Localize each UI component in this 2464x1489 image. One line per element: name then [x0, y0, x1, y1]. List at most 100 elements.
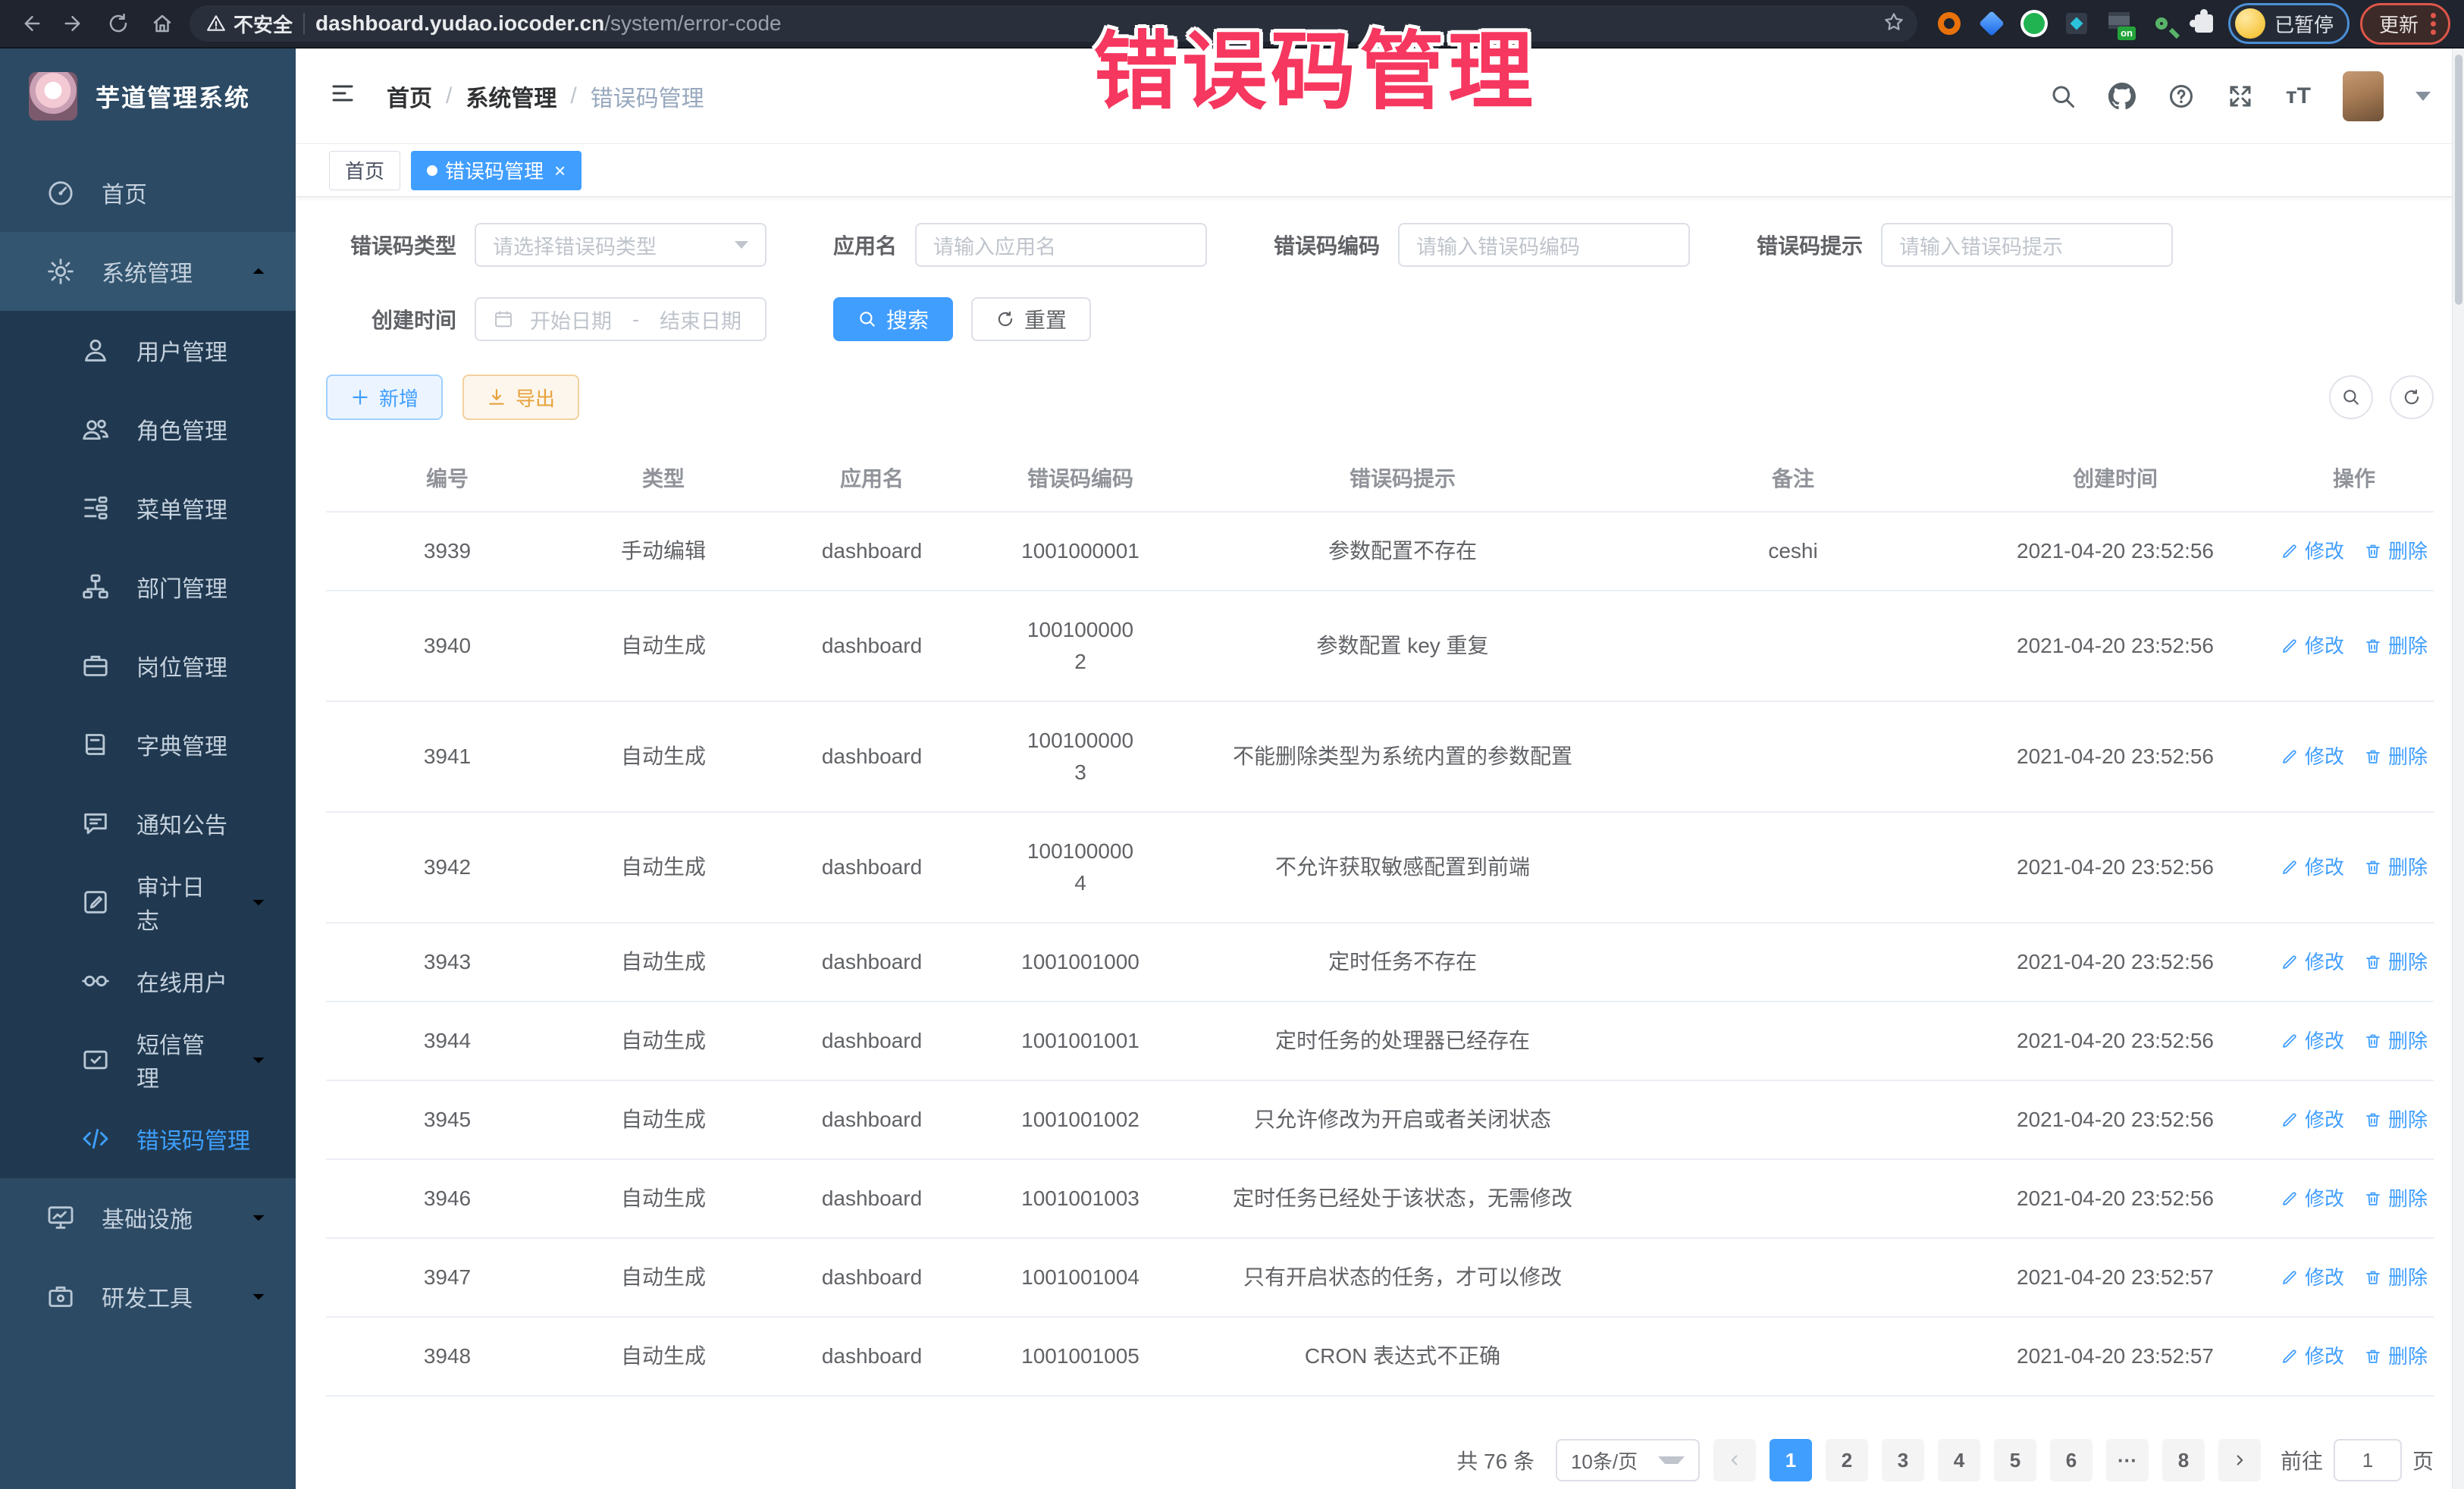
page-1-button[interactable]: 1 — [1770, 1439, 1812, 1481]
page-scrollbar[interactable] — [2452, 49, 2464, 1489]
sidebar-item-user[interactable]: 用户管理 — [0, 311, 296, 390]
page-3-button[interactable]: 3 — [1882, 1439, 1924, 1481]
error-type-select[interactable]: 请选择错误码类型 — [475, 223, 766, 267]
orange-ring-extension-icon[interactable] — [1936, 10, 1963, 37]
sidebar-item-role[interactable]: 角色管理 — [0, 390, 296, 469]
error-code-input[interactable]: 请输入错误码编码 — [1398, 223, 1690, 267]
delete-row-button[interactable]: 删除 — [2364, 632, 2428, 661]
row-message: 参数配置不存在 — [1175, 512, 1630, 591]
action-label: 删除 — [2388, 632, 2428, 661]
edit-row-button[interactable]: 修改 — [2281, 632, 2344, 661]
sidebar-item-notice[interactable]: 通知公告 — [0, 784, 296, 863]
breadcrumb-system[interactable]: 系统管理 — [466, 80, 556, 113]
export-button[interactable]: 导出 — [462, 375, 579, 420]
puzzle-extensions-icon[interactable] — [2190, 10, 2218, 37]
edit-row-button[interactable]: 修改 — [2281, 1263, 2344, 1293]
error-hint-input[interactable]: 请输入错误码提示 — [1881, 223, 2173, 267]
delete-row-button[interactable]: 删除 — [2364, 853, 2428, 882]
action-label: 删除 — [2388, 1342, 2428, 1371]
bookmark-star-button[interactable] — [1882, 11, 1905, 37]
delete-row-button[interactable]: 删除 — [2364, 1027, 2428, 1056]
sidebar-item-system[interactable]: 系统管理 — [0, 232, 296, 311]
delete-row-button[interactable]: 删除 — [2364, 948, 2428, 977]
next-page-button[interactable] — [2218, 1439, 2261, 1481]
date-range-picker[interactable]: 开始日期 - 结束日期 — [475, 297, 766, 341]
green-key-extension-icon[interactable] — [2148, 10, 2175, 37]
green-v-extension-icon[interactable] — [2020, 10, 2048, 37]
sidebar-item-post[interactable]: 岗位管理 — [0, 626, 296, 705]
sidebar-item-error-code[interactable]: 错误码管理 — [0, 1099, 296, 1178]
browser-home-button[interactable] — [146, 7, 179, 40]
row-app: dashboard — [758, 512, 986, 591]
sidebar-item-infra[interactable]: 基础设施 — [0, 1178, 296, 1257]
sidebar-item-dept[interactable]: 部门管理 — [0, 547, 296, 626]
add-button[interactable]: 新增 — [326, 375, 443, 420]
sidebar-item-menu[interactable]: 菜单管理 — [0, 469, 296, 547]
header-search-button[interactable] — [2049, 83, 2077, 110]
delete-row-button[interactable]: 删除 — [2364, 742, 2428, 772]
browser-reload-button[interactable] — [102, 7, 135, 40]
more-pages-button[interactable]: ··· — [2106, 1439, 2149, 1481]
delete-row-button[interactable]: 删除 — [2364, 537, 2428, 566]
sidebar-item-home[interactable]: 首页 — [0, 153, 296, 232]
browser-profile-chip[interactable]: 已暂停 — [2228, 3, 2350, 44]
search-button[interactable]: 搜索 — [833, 297, 953, 341]
blue-gem-extension-icon[interactable] — [1978, 10, 2005, 37]
tab-error-code[interactable]: 错误码管理 × — [411, 151, 582, 190]
chevron-down-icon[interactable] — [2415, 92, 2431, 101]
delete-row-button[interactable]: 删除 — [2364, 1105, 2428, 1135]
sidebar-item-online-user[interactable]: 在线用户 — [0, 942, 296, 1020]
page-8-button[interactable]: 8 — [2162, 1439, 2205, 1481]
page-6-button[interactable]: 6 — [2050, 1439, 2093, 1481]
delete-row-button[interactable]: 删除 — [2364, 1184, 2428, 1214]
edit-row-button[interactable]: 修改 — [2281, 1105, 2344, 1135]
github-link-button[interactable] — [2108, 83, 2136, 110]
sidebar-item-sms[interactable]: 短信管理 — [0, 1020, 296, 1099]
goto-page-input[interactable] — [2334, 1439, 2402, 1481]
sidebar-collapse-button[interactable] — [329, 80, 362, 113]
dark-tiles-extension-icon[interactable] — [2063, 10, 2090, 37]
url-bar[interactable]: 不安全 dashboard.yudao.iocoder.cn/system/er… — [190, 5, 1917, 42]
row-id: 3946 — [326, 1159, 569, 1238]
edit-row-button[interactable]: 修改 — [2281, 742, 2344, 772]
delete-row-button[interactable]: 删除 — [2364, 1263, 2428, 1293]
page-size-select[interactable]: 10条/页 — [1556, 1439, 1700, 1481]
font-size-button[interactable]: тT — [2286, 85, 2311, 108]
user-avatar[interactable] — [2343, 71, 2384, 121]
sidebar-item-dict[interactable]: 字典管理 — [0, 705, 296, 784]
edit-row-button[interactable]: 修改 — [2281, 1184, 2344, 1214]
fullscreen-button[interactable] — [2227, 83, 2254, 110]
browser-back-button[interactable] — [14, 7, 47, 40]
browser-forward-button[interactable] — [58, 7, 91, 40]
delete-row-button[interactable]: 删除 — [2364, 1342, 2428, 1371]
browser-menu-icon[interactable] — [2431, 13, 2436, 35]
edit-row-button[interactable]: 修改 — [2281, 537, 2344, 566]
page-5-button[interactable]: 5 — [1994, 1439, 2036, 1481]
tab-home[interactable]: 首页 — [329, 151, 400, 190]
page-2-button[interactable]: 2 — [1826, 1439, 1868, 1481]
security-status[interactable]: 不安全 — [206, 10, 293, 38]
edit-row-button[interactable]: 修改 — [2281, 948, 2344, 977]
app-name-input[interactable]: 请输入应用名 — [915, 223, 1207, 267]
action-label: 修改 — [2305, 1184, 2344, 1214]
reset-button[interactable]: 重置 — [971, 297, 1091, 341]
tabs-extension-icon[interactable]: on — [2105, 10, 2133, 37]
toggle-search-button[interactable] — [2329, 375, 2373, 419]
table-header-row: 编号类型应用名错误码编码错误码提示备注创建时间操作 — [326, 447, 2434, 512]
sidebar-item-devtools[interactable]: 研发工具 — [0, 1257, 296, 1336]
browser-update-button[interactable]: 更新 — [2360, 3, 2450, 45]
row-message: 定时任务不存在 — [1175, 923, 1630, 1002]
help-button[interactable] — [2168, 83, 2195, 110]
page-4-button[interactable]: 4 — [1938, 1439, 1980, 1481]
close-tab-icon[interactable]: × — [554, 161, 566, 180]
edit-row-button[interactable]: 修改 — [2281, 1027, 2344, 1056]
edit-row-button[interactable]: 修改 — [2281, 1342, 2344, 1371]
scrollbar-thumb[interactable] — [2455, 55, 2462, 305]
user-icon — [80, 335, 111, 365]
sidebar-item-audit-log[interactable]: 审计日志 — [0, 863, 296, 942]
edit-row-button[interactable]: 修改 — [2281, 853, 2344, 882]
refresh-table-button[interactable] — [2390, 375, 2434, 419]
sidebar-logo[interactable]: 芋道管理系统 — [0, 49, 296, 144]
breadcrumb-home[interactable]: 首页 — [387, 80, 432, 113]
prev-page-button[interactable] — [1713, 1439, 1756, 1481]
